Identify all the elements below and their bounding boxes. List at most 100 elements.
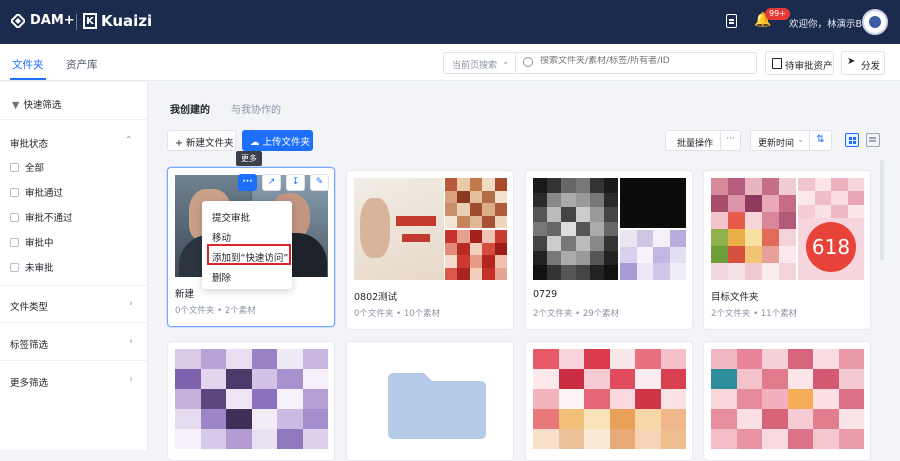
send-icon: ➤ xyxy=(847,56,856,67)
checkbox[interactable] xyxy=(10,262,19,272)
upload-folder-button[interactable]: ☁ 上传文件夹 xyxy=(242,130,313,151)
cloud-upload-icon: ☁ xyxy=(250,137,263,148)
avatar[interactable] xyxy=(862,9,888,35)
new-folder-label: 新建文件夹 xyxy=(185,138,234,149)
folder-meta: 0个文件夹 • 2个素材 xyxy=(175,306,256,316)
dam-logo-icon xyxy=(11,13,25,28)
tab-shared-with-me[interactable]: 与我协作的 xyxy=(231,101,281,116)
checkbox[interactable] xyxy=(10,162,19,172)
chevron-right-icon[interactable]: › xyxy=(129,374,133,385)
folder-card[interactable] xyxy=(703,341,871,461)
checkbox[interactable] xyxy=(10,212,19,222)
logo-divider xyxy=(76,14,77,30)
approval-status-title[interactable]: 审批状态 xyxy=(10,136,48,150)
menu-item-move[interactable]: 移动 xyxy=(212,230,231,244)
sort-direction-icon[interactable]: ⇅ xyxy=(810,130,832,151)
checkbox[interactable] xyxy=(10,187,19,197)
checkbox[interactable] xyxy=(10,237,19,247)
folder-thumbnail xyxy=(354,178,507,280)
scrollbar[interactable] xyxy=(880,160,884,260)
search-input[interactable] xyxy=(540,56,750,66)
search-box[interactable] xyxy=(515,52,757,74)
search-scope-label: 当前页搜索 xyxy=(452,61,498,71)
checkbox-label: 审批中 xyxy=(25,238,54,249)
quick-filter[interactable]: ▼ 快速筛选 xyxy=(12,97,61,111)
batch-operation-button[interactable]: 批量操作 xyxy=(665,130,721,151)
folder-name: 新建 xyxy=(175,289,195,300)
kuaizi-logo-text: Kuaizi xyxy=(101,12,153,30)
active-tab-underline xyxy=(10,78,46,80)
edit-icon[interactable]: ✎ xyxy=(310,174,329,191)
chevron-right-icon[interactable]: › xyxy=(129,298,133,309)
kuaizi-logo-icon: K xyxy=(83,13,97,29)
folder-thumbnail xyxy=(175,349,328,449)
approval-option-not-submitted[interactable]: 未审批 xyxy=(10,260,54,274)
plus-icon: + xyxy=(175,138,186,149)
chevron-right-icon[interactable]: › xyxy=(129,336,133,347)
more-actions-button[interactable]: ··· xyxy=(238,174,257,191)
upload-folder-label: 上传文件夹 xyxy=(262,137,311,148)
folder-name: 0729 xyxy=(533,289,558,300)
quick-filter-label: 快速筛选 xyxy=(23,100,62,111)
folder-name: 0802测试 xyxy=(354,292,398,303)
folder-thumbnail xyxy=(533,349,686,449)
dam-logo[interactable]: DAM+ xyxy=(11,13,75,28)
checkbox-label: 全部 xyxy=(25,163,45,174)
folder-card[interactable] xyxy=(525,341,693,461)
chevron-up-icon[interactable]: ⌃ xyxy=(125,135,133,146)
welcome-text: 欢迎你，林演示B xyxy=(789,19,863,30)
search-scope-select[interactable]: 当前页搜索 ⌄ xyxy=(443,52,515,74)
open-external-icon[interactable]: ↗ xyxy=(262,174,281,191)
folder-thumbnail xyxy=(533,178,686,280)
search-icon xyxy=(523,57,533,67)
divider xyxy=(0,322,148,323)
kuaizi-logo[interactable]: K Kuaizi xyxy=(83,12,152,30)
sort-label: 更新时间 xyxy=(758,139,795,149)
folder-meta: 0个文件夹 • 10个素材 xyxy=(354,309,441,319)
folder-meta: 2个文件夹 • 11个素材 xyxy=(711,309,798,319)
approval-doc-icon xyxy=(772,58,782,69)
sort-select[interactable]: 更新时间 ⌄ xyxy=(750,130,810,151)
download-icon[interactable]: ↧ xyxy=(286,174,305,191)
chevron-down-icon: ⌄ xyxy=(502,57,509,66)
more-tooltip: 更多 xyxy=(236,151,262,166)
tab-created-by-me[interactable]: 我创建的 xyxy=(170,101,210,116)
share-button[interactable]: ➤ 分发 xyxy=(841,51,885,75)
more-filter-section[interactable]: 更多筛选 xyxy=(10,375,48,389)
top-nav-bar: DAM+ K Kuaizi 🔔 99+ 欢迎你，林演示B xyxy=(0,0,900,44)
pending-approval-label: 待审批资产 xyxy=(785,61,833,72)
folder-card[interactable] xyxy=(346,341,514,461)
checkbox-label: 审批不通过 xyxy=(25,213,73,224)
file-type-section[interactable]: 文件类型 xyxy=(10,299,48,313)
tab-asset-library[interactable]: 资产库 xyxy=(66,57,98,72)
tag-filter-section[interactable]: 标签筛选 xyxy=(10,337,48,351)
divider xyxy=(0,285,148,286)
grid-view-icon[interactable] xyxy=(845,133,859,147)
pending-approval-button[interactable]: 待审批资产 xyxy=(765,51,834,75)
divider xyxy=(0,360,148,361)
tab-folders[interactable]: 文件夹 xyxy=(12,57,44,72)
context-menu: 提交审批 移动 添加到“快速访问” 删除 xyxy=(202,201,292,289)
folder-card[interactable]: 618 目标文件夹 2个文件夹 • 11个素材 xyxy=(703,170,871,330)
folder-card[interactable] xyxy=(167,341,335,461)
menu-item-delete[interactable]: 删除 xyxy=(212,270,231,284)
approval-option-approved[interactable]: 审批通过 xyxy=(10,185,63,199)
share-label: 分发 xyxy=(861,61,881,72)
folder-card[interactable]: 0729 2个文件夹 • 29个素材 xyxy=(525,170,693,330)
approval-option-rejected[interactable]: 审批不通过 xyxy=(10,210,73,224)
menu-item-submit-approval[interactable]: 提交审批 xyxy=(212,210,250,224)
document-icon[interactable] xyxy=(726,14,737,28)
checkbox-label: 审批通过 xyxy=(25,188,64,199)
list-view-icon[interactable] xyxy=(866,133,880,147)
new-folder-button[interactable]: + 新建文件夹 xyxy=(167,130,236,151)
folder-card[interactable]: 0802测试 0个文件夹 • 10个素材 xyxy=(346,170,514,330)
pixelated-image xyxy=(445,178,507,228)
folder-meta: 2个文件夹 • 29个素材 xyxy=(533,309,620,319)
more-options-button[interactable]: ··· xyxy=(721,130,741,151)
filter-sidebar: ▼ 快速筛选 审批状态 ⌃ 全部 审批通过 审批不通过 审批中 未审批 文件类型 … xyxy=(0,82,148,450)
approval-option-in-progress[interactable]: 审批中 xyxy=(10,235,54,249)
folder-thumbnail xyxy=(354,349,507,449)
approval-option-all[interactable]: 全部 xyxy=(10,160,44,174)
promo-618-badge: 618 xyxy=(806,222,856,272)
folder-thumbnail: 618 xyxy=(711,178,864,280)
